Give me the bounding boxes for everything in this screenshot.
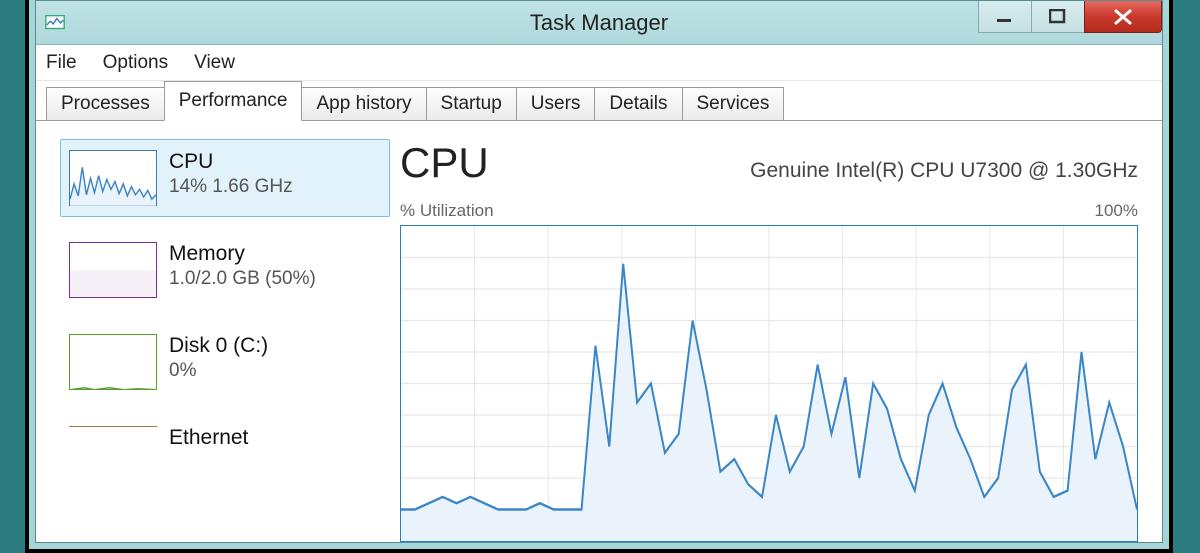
- minimize-button[interactable]: [978, 1, 1032, 33]
- app-icon: [44, 12, 66, 34]
- tab-processes[interactable]: Processes: [46, 87, 165, 121]
- sidebar: CPU 14% 1.66 GHz Memory 1.0/2.0 GB (50%)…: [60, 139, 390, 542]
- sidebar-item-disk[interactable]: Disk 0 (C:) 0%: [60, 323, 390, 401]
- tab-bar: Processes Performance App history Startu…: [36, 81, 1162, 121]
- main-title: CPU: [400, 139, 489, 187]
- chart-label-right: 100%: [1095, 201, 1138, 221]
- sidebar-item-memory[interactable]: Memory 1.0/2.0 GB (50%): [60, 231, 390, 309]
- memory-label: Memory: [169, 242, 381, 266]
- maximize-button[interactable]: [1031, 1, 1085, 33]
- ethernet-thumbnail: [69, 426, 157, 436]
- titlebar[interactable]: Task Manager: [36, 1, 1162, 45]
- tab-startup[interactable]: Startup: [426, 87, 517, 121]
- menu-view[interactable]: View: [194, 52, 235, 74]
- menubar: File Options View: [36, 45, 1162, 81]
- close-button[interactable]: [1084, 1, 1162, 33]
- ethernet-label: Ethernet: [169, 426, 381, 450]
- cpu-sub: 14% 1.66 GHz: [169, 176, 381, 198]
- tab-performance[interactable]: Performance: [164, 81, 303, 121]
- main-panel: CPU Genuine Intel(R) CPU U7300 @ 1.30GHz…: [390, 139, 1138, 542]
- disk-label: Disk 0 (C:): [169, 334, 381, 358]
- tab-services[interactable]: Services: [682, 87, 785, 121]
- maximize-icon: [1049, 9, 1067, 25]
- memory-sub: 1.0/2.0 GB (50%): [169, 268, 381, 290]
- cpu-model: Genuine Intel(R) CPU U7300 @ 1.30GHz: [750, 159, 1138, 183]
- close-icon: [1110, 9, 1136, 25]
- sidebar-item-cpu[interactable]: CPU 14% 1.66 GHz: [60, 139, 390, 217]
- menu-file[interactable]: File: [46, 52, 77, 74]
- cpu-label: CPU: [169, 150, 381, 174]
- disk-thumbnail: [69, 334, 157, 390]
- tab-users[interactable]: Users: [516, 87, 596, 121]
- chart-label-left: % Utilization: [400, 201, 494, 221]
- cpu-thumbnail: [69, 150, 157, 206]
- memory-thumbnail: [69, 242, 157, 298]
- tab-details[interactable]: Details: [594, 87, 682, 121]
- disk-sub: 0%: [169, 360, 381, 382]
- tab-app-history[interactable]: App history: [301, 87, 426, 121]
- menu-options[interactable]: Options: [103, 52, 168, 74]
- minimize-icon: [995, 11, 1015, 23]
- window: Task Manager File Options View Processes…: [35, 0, 1163, 543]
- sidebar-item-ethernet[interactable]: Ethernet: [60, 415, 390, 461]
- cpu-chart: [400, 225, 1138, 542]
